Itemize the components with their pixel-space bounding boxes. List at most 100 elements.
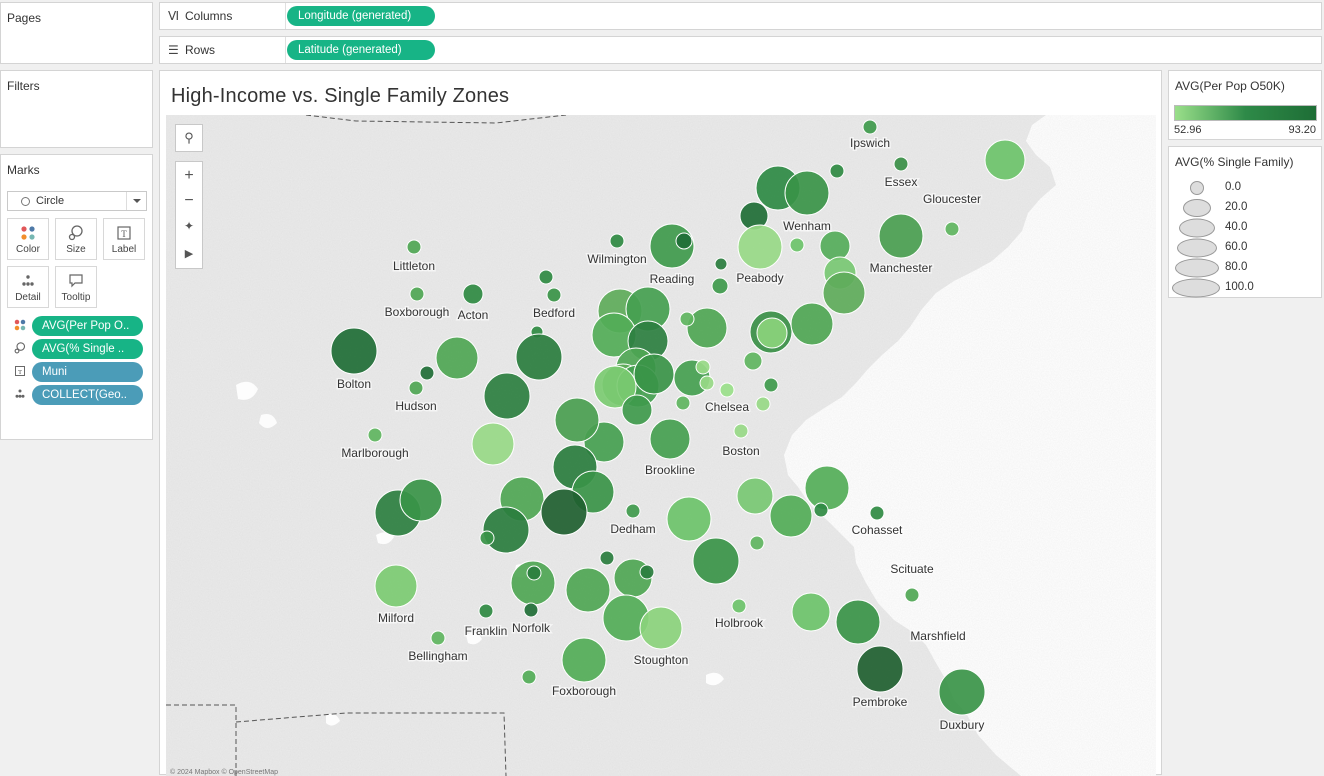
map-marker[interactable] <box>409 286 425 302</box>
map-marker[interactable] <box>769 494 813 538</box>
map-marker[interactable] <box>471 422 515 466</box>
map-area[interactable]: Ipswich Essex Gloucester Wenham Manchester Pe… <box>166 115 1156 776</box>
map-marker[interactable] <box>482 506 530 554</box>
map-marker[interactable] <box>625 503 641 519</box>
marks-card: Marks Circle Color Size T Label Detail T… <box>0 154 153 440</box>
map-marker[interactable] <box>419 365 435 381</box>
map-marker[interactable] <box>430 630 446 646</box>
map-marker[interactable] <box>789 237 805 253</box>
map-marker[interactable] <box>679 311 695 327</box>
map-marker[interactable] <box>554 397 600 443</box>
play-arrow-icon[interactable]: ▶ <box>176 242 202 266</box>
map-marker[interactable] <box>822 271 866 315</box>
map-marker[interactable] <box>737 224 783 270</box>
map-marker[interactable] <box>521 669 537 685</box>
map-marker[interactable] <box>633 353 675 395</box>
map-marker[interactable] <box>666 496 712 542</box>
map-marker[interactable] <box>540 488 588 536</box>
zoom-out-icon[interactable]: − <box>176 189 202 213</box>
size-button[interactable]: Size <box>55 218 97 260</box>
latitude-pill[interactable]: Latitude (generated) <box>287 40 435 60</box>
detail-field-pill[interactable]: COLLECT(Geo.. <box>32 385 143 405</box>
map-marker[interactable] <box>330 327 378 375</box>
map-marker[interactable] <box>984 139 1026 181</box>
map-marker[interactable] <box>478 603 494 619</box>
map-marker[interactable] <box>736 477 774 515</box>
map-marker[interactable] <box>599 550 615 566</box>
map-marker[interactable] <box>904 587 920 603</box>
map-marker[interactable] <box>835 599 881 645</box>
map-marker[interactable] <box>526 565 542 581</box>
zoom-in-icon[interactable]: + <box>176 164 202 188</box>
map-marker[interactable] <box>479 530 495 546</box>
label-field-pill[interactable]: Muni <box>32 362 143 382</box>
map-marker[interactable] <box>546 287 562 303</box>
map-marker[interactable] <box>714 257 728 271</box>
map-marker[interactable] <box>829 163 845 179</box>
map-marker[interactable] <box>639 564 655 580</box>
map-marker[interactable] <box>878 213 924 259</box>
label-button[interactable]: T Label <box>103 218 145 260</box>
map-marker[interactable] <box>743 351 763 371</box>
columns-shelf[interactable]: Ⅵ Columns Longitude (generated) <box>159 2 1322 30</box>
map-marker[interactable] <box>695 359 711 375</box>
detail-button[interactable]: Detail <box>7 266 49 308</box>
map-marker[interactable] <box>462 283 484 305</box>
longitude-pill[interactable]: Longitude (generated) <box>287 6 435 26</box>
color-field-pill[interactable]: AVG(Per Pop O.. <box>32 316 143 336</box>
map-marker[interactable] <box>435 336 479 380</box>
map-marker[interactable] <box>711 277 729 295</box>
map-marker[interactable] <box>819 230 851 262</box>
map-marker[interactable] <box>515 333 563 381</box>
map-marker[interactable] <box>406 239 422 255</box>
map-marker[interactable] <box>649 418 691 460</box>
pages-card[interactable]: Pages <box>0 2 153 64</box>
size-field-pill[interactable]: AVG(% Single .. <box>32 339 143 359</box>
color-button[interactable]: Color <box>7 218 49 260</box>
map-marker[interactable] <box>791 592 831 632</box>
map-marker[interactable] <box>790 302 834 346</box>
map-marker[interactable] <box>699 375 715 391</box>
map-marker[interactable] <box>561 637 607 683</box>
map-marker[interactable] <box>756 317 788 349</box>
map-marker[interactable] <box>692 537 740 585</box>
map-marker[interactable] <box>675 395 691 411</box>
map-marker[interactable] <box>675 232 693 250</box>
map-marker[interactable] <box>749 535 765 551</box>
map-marker[interactable] <box>869 505 885 521</box>
map-marker[interactable] <box>944 221 960 237</box>
map-marker[interactable] <box>784 170 830 216</box>
map-marker[interactable] <box>538 269 554 285</box>
tooltip-button[interactable]: Tooltip <box>55 266 97 308</box>
pin-reset-icon[interactable]: ✦ <box>176 214 202 238</box>
map-marker[interactable] <box>374 564 418 608</box>
map-canvas[interactable]: Ipswich Essex Gloucester Wenham Manchester Pe… <box>166 115 1156 776</box>
map-marker[interactable] <box>719 382 735 398</box>
filters-card[interactable]: Filters <box>0 70 153 148</box>
map-marker[interactable] <box>862 119 878 135</box>
map-marker[interactable] <box>755 396 771 412</box>
map-marker[interactable] <box>565 567 611 613</box>
map-marker[interactable] <box>763 377 779 393</box>
map-marker[interactable] <box>686 307 728 349</box>
mark-type-dropdown[interactable]: Circle <box>7 191 147 211</box>
city-label: Stoughton <box>634 653 689 667</box>
map-marker[interactable] <box>621 394 653 426</box>
chevron-down-icon[interactable] <box>126 192 146 210</box>
map-marker[interactable] <box>733 423 749 439</box>
map-marker[interactable] <box>893 156 909 172</box>
map-marker[interactable] <box>483 372 531 420</box>
map-marker[interactable] <box>938 668 986 716</box>
map-marker[interactable] <box>408 380 424 396</box>
map-marker[interactable] <box>856 645 904 693</box>
map-marker[interactable] <box>523 602 539 618</box>
map-marker[interactable] <box>731 598 747 614</box>
map-marker[interactable] <box>399 478 443 522</box>
search-map-button[interactable]: ⚲ <box>175 124 203 152</box>
map-marker[interactable] <box>813 502 829 518</box>
map-marker[interactable] <box>609 233 625 249</box>
map-marker[interactable] <box>639 606 683 650</box>
map-marker[interactable] <box>367 427 383 443</box>
map-marker[interactable] <box>804 465 850 511</box>
rows-shelf[interactable]: ☰ Rows Latitude (generated) <box>159 36 1322 64</box>
